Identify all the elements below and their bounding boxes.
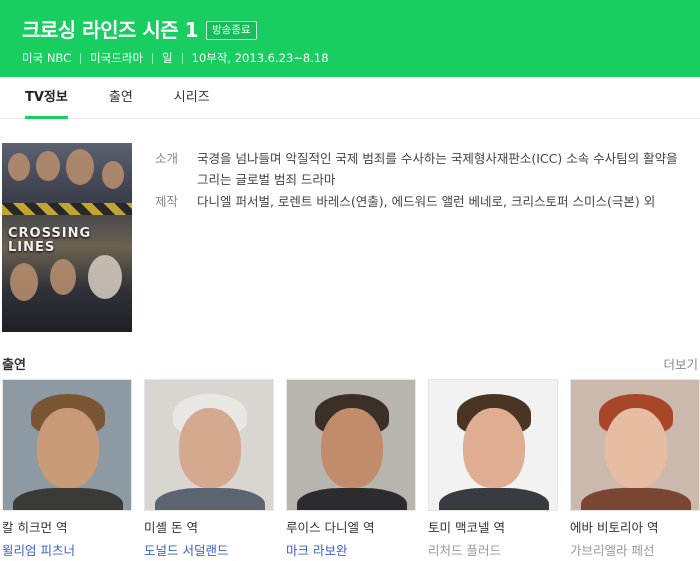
photo-body bbox=[297, 488, 407, 510]
cast-photo[interactable] bbox=[428, 379, 558, 511]
cast-card[interactable]: 미셸 돈 역 도널드 서덜랜드 bbox=[144, 379, 274, 559]
production-text: 다니엘 퍼서벌, 로렌트 바레스(연출), 에드워드 앨런 베네로, 크리스토퍼… bbox=[197, 194, 656, 209]
cast-actor-name: 가브리엘라 페선 bbox=[570, 543, 655, 558]
cast-section-header: 출연 더보기 bbox=[2, 354, 698, 374]
tab-series[interactable]: 시리즈 bbox=[174, 77, 210, 119]
show-title[interactable]: 크로싱 라인즈 시즌 1 bbox=[22, 18, 199, 42]
poster-face bbox=[88, 255, 122, 299]
cast-role: 루이스 다니엘 역 bbox=[286, 520, 375, 535]
poster-logo-line1: CROSSING bbox=[8, 226, 92, 241]
status-badge: 방송종료 bbox=[206, 20, 257, 40]
photo-face bbox=[37, 408, 99, 488]
info-panel: 소개 국경을 넘나들며 악질적인 국제 범죄를 수사하는 국제형사재판소(ICC… bbox=[155, 148, 685, 213]
poster-tape bbox=[2, 203, 132, 215]
meta-genre: 미국드라마 bbox=[90, 51, 144, 65]
production-row: 제작 다니엘 퍼서벌, 로렌트 바레스(연출), 에드워드 앨런 베네로, 크리… bbox=[155, 191, 685, 212]
photo-body bbox=[155, 488, 265, 510]
cast-card[interactable]: 칼 히크먼 역 윌리엄 피츠너 bbox=[2, 379, 132, 559]
cast-role: 미셸 돈 역 bbox=[144, 520, 198, 535]
title-header: 크로싱 라인즈 시즌 1 방송종료 미국 NBC 미국드라마 일 10부작, 2… bbox=[0, 0, 700, 77]
meta-divider bbox=[80, 52, 82, 64]
intro-label: 소개 bbox=[155, 151, 179, 166]
cast-actor-link[interactable]: 윌리엄 피츠너 bbox=[2, 540, 132, 559]
cast-photo[interactable] bbox=[286, 379, 416, 511]
photo-face bbox=[179, 408, 241, 488]
poster-face bbox=[66, 149, 94, 185]
photo-body bbox=[13, 488, 123, 510]
photo-face bbox=[321, 408, 383, 488]
tab-bar: TV정보 출연 시리즈 bbox=[0, 77, 700, 119]
cast-actor-link[interactable]: 도널드 서덜랜드 bbox=[144, 540, 274, 559]
intro-text: 국경을 넘나들며 악질적인 국제 범죄를 수사하는 국제형사재판소(ICC) 소… bbox=[197, 151, 678, 187]
cast-card[interactable]: 루이스 다니엘 역 마크 라보완 bbox=[286, 379, 416, 559]
photo-face bbox=[463, 408, 525, 488]
photo-body bbox=[439, 488, 549, 510]
cast-photo[interactable] bbox=[570, 379, 700, 511]
cast-card[interactable]: 에바 비토리아 역 가브리엘라 페선 bbox=[570, 379, 700, 559]
meta-divider bbox=[152, 52, 154, 64]
cast-photo[interactable] bbox=[144, 379, 274, 511]
poster-image[interactable]: CROSSING LINES bbox=[2, 143, 132, 332]
intro-row: 소개 국경을 넘나들며 악질적인 국제 범죄를 수사하는 국제형사재판소(ICC… bbox=[155, 148, 685, 190]
photo-face bbox=[605, 408, 667, 488]
tab-cast[interactable]: 출연 bbox=[109, 77, 133, 119]
poster-face bbox=[36, 151, 60, 181]
poster-face bbox=[10, 263, 38, 301]
meta-channel: 미국 NBC bbox=[22, 51, 72, 65]
cast-actor-link[interactable]: 마크 라보완 bbox=[286, 540, 416, 559]
title-row: 크로싱 라인즈 시즌 1 방송종료 bbox=[22, 18, 700, 42]
poster-logo-line2: LINES bbox=[8, 240, 56, 255]
cast-photo[interactable] bbox=[2, 379, 132, 511]
photo-body bbox=[581, 488, 691, 510]
poster-face bbox=[102, 161, 124, 189]
meta-row: 미국 NBC 미국드라마 일 10부작, 2013.6.23~8.18 bbox=[22, 50, 700, 66]
cast-role: 에바 비토리아 역 bbox=[570, 520, 659, 535]
meta-day: 일 bbox=[162, 51, 173, 65]
more-link[interactable]: 더보기 bbox=[663, 354, 698, 373]
poster-face bbox=[50, 259, 76, 295]
cast-section-title: 출연 bbox=[2, 358, 26, 373]
poster-logo: CROSSING LINES bbox=[8, 227, 128, 255]
poster-face bbox=[8, 153, 30, 181]
tab-tv-info[interactable]: TV정보 bbox=[25, 77, 68, 119]
meta-divider bbox=[181, 52, 183, 64]
meta-episodes: 10부작, 2013.6.23~8.18 bbox=[191, 51, 329, 65]
cast-actor-name: 리처드 플러드 bbox=[428, 543, 501, 558]
cast-card[interactable]: 토미 맥코넬 역 리처드 플러드 bbox=[428, 379, 558, 559]
production-label: 제작 bbox=[155, 194, 179, 209]
cast-role: 칼 히크먼 역 bbox=[2, 520, 68, 535]
cast-role: 토미 맥코넬 역 bbox=[428, 520, 505, 535]
